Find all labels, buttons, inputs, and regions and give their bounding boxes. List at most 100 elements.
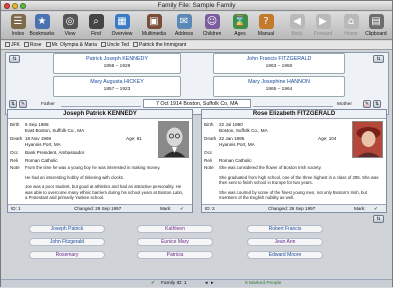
children-label: Children: [202, 31, 222, 37]
index-button[interactable]: ☰ Index: [5, 13, 31, 39]
husband-note[interactable]: From the time he was a young boy he was …: [25, 165, 185, 201]
bookmark-item[interactable]: Uncle Ted: [107, 41, 129, 49]
clipboard-button[interactable]: ▤ Clipboard: [363, 13, 389, 39]
husband-note-line-2: He had an interesting hobby of tinkering…: [25, 174, 125, 180]
husband-father-name: Patrick Joseph KENNEDY: [86, 56, 148, 62]
overview-label: Overview: [111, 31, 133, 37]
view-icon: ◎: [62, 14, 78, 29]
birth-label: Birth: [204, 122, 214, 127]
view-button[interactable]: ◎ View: [57, 13, 83, 39]
child-item[interactable]: Joseph Patrick: [29, 225, 105, 233]
home-button[interactable]: ⌂ Home: [338, 13, 364, 39]
religion-label: Reli: [204, 158, 212, 163]
wife-note-line-3: She was courted by some of the finest yo…: [219, 189, 367, 201]
toolbar: ☰ Index ★ Bookmarks ◎ View ⌕ Find ▦ Overview ▣ Mult…: [1, 12, 392, 40]
wife-father-box[interactable]: John Francis FITZGERALD 1863 – 1950: [213, 53, 345, 74]
wife-mark-button[interactable]: ✎: [363, 100, 371, 108]
death-label: Death: [204, 136, 217, 141]
husband-spouse-button[interactable]: ⇅: [9, 100, 17, 108]
marriage-field[interactable]: 7 Oct 1914 Boston, Suffolk Co, MA: [143, 99, 251, 108]
wife-status-bar: ID: 2 Changed: 26 Sep 1997 Mark: ✔: [202, 204, 386, 212]
wife-note[interactable]: She was considered the flower of Boston …: [219, 165, 379, 201]
forward-button[interactable]: ▶ Forward: [310, 13, 336, 39]
bookmarks-button[interactable]: ★ Bookmarks: [29, 13, 55, 39]
occupation-label: Occ: [204, 150, 213, 155]
children-button[interactable]: ☺ Children: [199, 13, 225, 39]
wife-photo[interactable]: [352, 121, 383, 158]
main-window: Family File: Sample Family ☰ Index ★ Bookma…: [0, 0, 393, 287]
child-item[interactable]: John Fitzgerald: [29, 238, 105, 246]
father-label: Father: [41, 102, 55, 107]
children-sort-button[interactable]: ⇅: [373, 215, 384, 223]
husband-note-line-3: Joe was a poor student, but good at athl…: [25, 184, 184, 201]
birth-label: Birth: [10, 122, 20, 127]
husband-mark-check-icon[interactable]: ✔: [180, 205, 184, 213]
religion-label: Reli: [10, 158, 18, 163]
husband-occupation: Bank President, Ambassador: [25, 150, 85, 155]
wife-mother-box[interactable]: Mary Josephine HANNON 1865 – 1964: [213, 76, 345, 97]
husband-birth-place: East Boston, Suffolk Co., MA: [25, 128, 85, 133]
wife-mother-name: Mary Josephine HANNON: [248, 79, 310, 85]
children-icon: ☺: [204, 14, 220, 29]
husband-mark-button[interactable]: ✎: [19, 100, 27, 108]
address-button[interactable]: ✉ Address: [171, 13, 197, 39]
back-button[interactable]: ◀ Back: [284, 13, 310, 39]
husband-father-box[interactable]: Patrick Joseph KENNEDY 1858 – 1929: [53, 53, 181, 74]
husband-mother-box[interactable]: Mary Augusta HICKEY 1857 – 1923: [53, 76, 181, 97]
ages-icon: ⌛: [232, 14, 248, 29]
bookmark-item[interactable]: Mr. Olympia & Maria: [52, 41, 97, 49]
death-label: Death: [10, 136, 23, 141]
manual-button[interactable]: ? Manual: [253, 13, 279, 39]
clipboard-icon: ▤: [368, 14, 384, 29]
bookmark-item[interactable]: Patrick the Immigrant: [139, 41, 186, 49]
forward-label: Forward: [313, 31, 333, 37]
wife-portrait-image: [353, 122, 382, 157]
multimedia-button[interactable]: ▣ Multimedia: [141, 13, 167, 39]
wife-parents-switch-button[interactable]: ⇅: [373, 55, 384, 63]
wife-spouse-button[interactable]: ⇅: [373, 100, 381, 108]
child-item[interactable]: Rosemary: [29, 251, 105, 259]
clipboard-label: Clipboard: [365, 31, 387, 37]
forward-icon: ▶: [315, 14, 331, 29]
wife-name[interactable]: Rose Elizabeth FITZGERALD: [202, 110, 386, 119]
child-item[interactable]: Eunice Mary: [137, 238, 213, 246]
bookmarks-icon: ★: [34, 14, 50, 29]
wife-note-line-1: She was considered the flower of Boston …: [219, 165, 322, 170]
husband-parents-switch-button[interactable]: ⇅: [9, 55, 20, 63]
husband-id: ID: 1: [11, 206, 21, 211]
ages-button[interactable]: ⌛ Ages: [227, 13, 253, 39]
home-label: Home: [344, 31, 358, 37]
father-connector-line: [61, 101, 141, 107]
overview-icon: ▦: [114, 14, 130, 29]
home-icon: ⌂: [343, 14, 359, 29]
husband-name[interactable]: Joseph Patrick KENNEDY: [8, 110, 192, 119]
title-bar[interactable]: Family File: Sample Family: [1, 1, 392, 11]
child-item[interactable]: Jean Ann: [247, 238, 323, 246]
view-label: View: [64, 31, 76, 37]
husband-status-bar: ID: 1 Changed: 29 Sep 1997 Mark: ✔: [8, 204, 192, 212]
child-item[interactable]: Robert Francis: [247, 225, 323, 233]
wife-birth-place: Boston, Suffolk Co., MA: [219, 128, 268, 133]
child-item[interactable]: Patricia: [137, 251, 213, 259]
bookmark-icon: [23, 42, 29, 48]
wife-religion: Roman Catholic: [219, 158, 252, 163]
child-item[interactable]: Kathleen: [137, 225, 213, 233]
address-icon: ✉: [176, 14, 192, 29]
note-label: Note: [10, 165, 20, 170]
bookmark-item[interactable]: JFK: [11, 41, 20, 49]
husband-portrait-image: [159, 122, 188, 157]
bookmark-bar: JFK Rose Mr. Olympia & Maria Uncle Ted Patri…: [1, 41, 392, 50]
child-item[interactable]: Edward Moore: [247, 251, 323, 259]
bookmark-item[interactable]: Rose: [30, 41, 42, 49]
find-button[interactable]: ⌕ Find: [83, 13, 109, 39]
bookmarks-label: Bookmarks: [29, 31, 55, 37]
wife-mark-check-icon[interactable]: ✔: [374, 205, 378, 213]
husband-mark-label: Mark:: [160, 206, 172, 211]
husband-photo[interactable]: [158, 121, 189, 158]
wife-father-name: John Francis FITZGERALD: [246, 56, 312, 62]
family-status-bar: ✔ Family ID: 1 ◂ ▸ 5 Marked People: [1, 279, 392, 287]
index-icon: ☰: [10, 14, 26, 29]
note-label: Note: [204, 165, 214, 170]
back-icon: ◀: [289, 14, 305, 29]
overview-button[interactable]: ▦ Overview: [109, 13, 135, 39]
